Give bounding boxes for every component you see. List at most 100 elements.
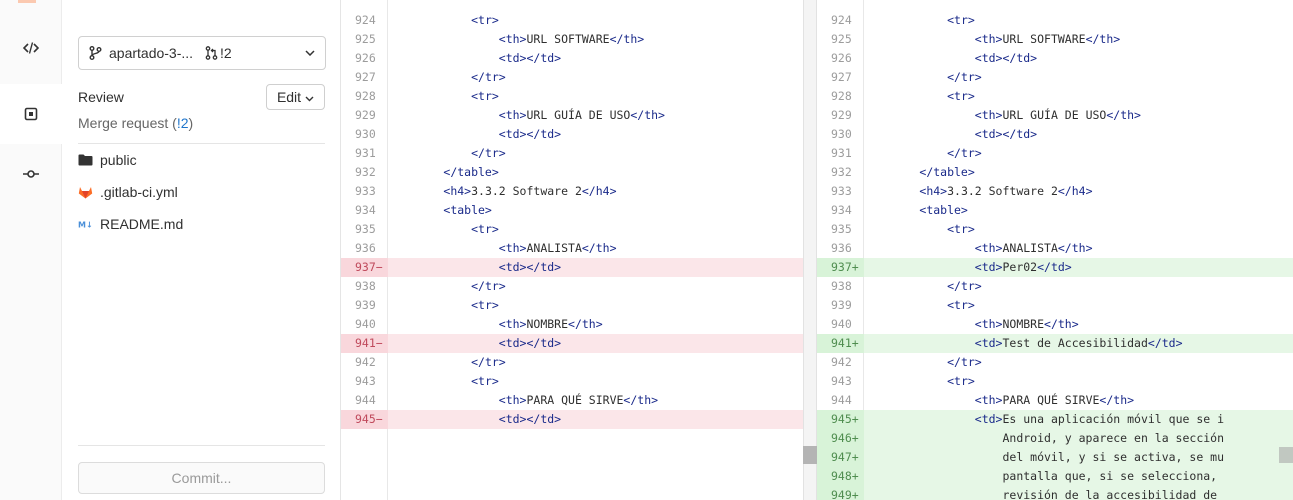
line-number: 945+ <box>817 410 864 429</box>
diff-line: 938 </tr> <box>341 277 803 296</box>
diff-line: 944 <th>PARA QUÉ SIRVE</th> <box>341 391 803 410</box>
diff-line: 926 <td></td> <box>817 49 1293 68</box>
merge-request-number-link[interactable]: !2 <box>177 115 189 131</box>
line-number: 933 <box>355 184 376 198</box>
code-text: </tr> <box>947 70 982 84</box>
line-number: 924 <box>355 13 376 27</box>
code-text: <tr> <box>947 222 975 236</box>
code-text: </table> <box>443 165 499 179</box>
diff-line: 931 </tr> <box>341 144 803 163</box>
diff-line: 929 <th>URL GUÍA DE USO</th> <box>341 106 803 125</box>
code-text: <td></td> <box>498 412 562 426</box>
code-text: <tr> <box>471 222 499 236</box>
folder-icon <box>78 154 96 166</box>
code-text: revisión de la accesibilidad de <box>864 488 1218 500</box>
code-text: <tr> <box>947 374 975 388</box>
diff-line: 941− <td></td> <box>341 334 803 353</box>
line-number: 934 <box>355 203 376 217</box>
code-text: <td></td> <box>498 127 562 141</box>
line-number: 939 <box>355 298 376 312</box>
scrollbar-thumb[interactable] <box>803 446 817 464</box>
code-text: <table> <box>919 203 968 217</box>
svg-text:M↓: M↓ <box>78 221 93 230</box>
code-text: <td>Per02</td> <box>974 260 1072 274</box>
code-text: <tr> <box>947 89 975 103</box>
line-number: 946+ <box>817 429 864 448</box>
branch-dropdown[interactable]: apartado-3-... !2 <box>78 36 326 70</box>
code-text: </tr> <box>471 70 506 84</box>
line-number: 942 <box>355 355 376 369</box>
tree-item-readme[interactable]: M↓ README.md <box>78 213 183 235</box>
code-text: </tr> <box>947 146 982 160</box>
diff-line: 937− <td></td> <box>341 258 803 277</box>
commit-button[interactable]: Commit... <box>78 462 325 494</box>
line-number: 926 <box>831 51 852 65</box>
code-text: <td></td> <box>498 51 562 65</box>
code-text: <th>PARA QUÉ SIRVE</th> <box>498 393 659 407</box>
line-number: 943 <box>355 374 376 388</box>
line-number: 945− <box>341 410 388 429</box>
line-number: 933 <box>831 184 852 198</box>
code-text: <th>NOMBRE</th> <box>498 317 603 331</box>
diff-overview-ruler[interactable] <box>803 0 817 500</box>
code-text: Android, y aparece en la sección <box>864 431 1225 445</box>
code-text: </tr> <box>947 355 982 369</box>
diff-line: 935 <tr> <box>817 220 1293 239</box>
line-number: 940 <box>355 317 376 331</box>
mr-text-suffix: ) <box>188 115 194 131</box>
tree-item-label: public <box>100 152 137 168</box>
line-number: 941+ <box>817 334 864 353</box>
code-text: del móvil, y si se activa, se mu <box>864 450 1225 464</box>
edit-label: Edit <box>276 89 302 105</box>
diff-line: 933 <h4>3.3.2 Software 2</h4> <box>817 182 1293 201</box>
tree-item-public[interactable]: public <box>78 149 137 171</box>
review-mode-button[interactable] <box>0 84 63 144</box>
code-text: </tr> <box>471 279 506 293</box>
line-number: 929 <box>355 108 376 122</box>
review-heading: Review <box>78 89 124 105</box>
diff-line: 927 </tr> <box>341 68 803 87</box>
diff-line: 945+ <td>Es una aplicación móvil que se … <box>817 410 1293 429</box>
diff-line: 949+ revisión de la accesibilidad de <box>817 486 1293 500</box>
code-text: <tr> <box>471 374 499 388</box>
line-number: 938 <box>831 279 852 293</box>
diff-line: 930 <td></td> <box>341 125 803 144</box>
tree-item-label: README.md <box>100 216 184 232</box>
code-text: <td></td> <box>498 336 562 350</box>
diff-line: 946+ Android, y aparece en la sección <box>817 429 1293 448</box>
line-number: 932 <box>831 165 852 179</box>
line-number: 944 <box>355 393 376 407</box>
line-number: 947+ <box>817 448 864 467</box>
activity-bar <box>0 0 63 500</box>
edit-mode-button[interactable] <box>0 18 62 78</box>
code-text: <tr> <box>947 298 975 312</box>
diff-pane-original[interactable]: 924 <tr> 925 <th>URL SOFTWARE</th> 926 <td… <box>341 0 803 500</box>
line-number: 924 <box>831 13 852 27</box>
line-number: 935 <box>831 222 852 236</box>
line-number: 926 <box>355 51 376 65</box>
diff-line: 936 <th>ANALISTA</th> <box>341 239 803 258</box>
code-text: </table> <box>919 165 975 179</box>
code-text: <th>URL GUÍA DE USO</th> <box>974 108 1141 122</box>
commit-mode-button[interactable] <box>0 144 62 204</box>
diff-line: 938 </tr> <box>817 277 1293 296</box>
activity-top-accent <box>18 0 36 3</box>
line-number: 927 <box>831 70 852 84</box>
diff-pane-modified[interactable]: 924 <tr> 925 <th>URL SOFTWARE</th> 926 <td… <box>817 0 1293 500</box>
tree-item-gitlab-ci[interactable]: .gitlab-ci.yml <box>78 181 178 203</box>
diff-line: 932 </table> <box>341 163 803 182</box>
branch-name: apartado-3-... <box>109 45 194 61</box>
diff-line: 927 </tr> <box>817 68 1293 87</box>
edit-dropdown-button[interactable]: Edit <box>266 84 325 110</box>
code-text: <th>URL SOFTWARE</th> <box>498 32 645 46</box>
diff-line: 931 </tr> <box>817 144 1293 163</box>
diff-line: 925 <th>URL SOFTWARE</th> <box>817 30 1293 49</box>
diff-line: 939 <tr> <box>341 296 803 315</box>
line-number: 938 <box>355 279 376 293</box>
code-text: </tr> <box>471 146 506 160</box>
merge-request-badge: !2 <box>220 45 232 61</box>
merge-request-link: Merge request (!2) <box>78 115 193 131</box>
diff-line: 924 <tr> <box>817 11 1293 30</box>
code-text: <th>ANALISTA</th> <box>498 241 617 255</box>
diff-line: 948+ pantalla que, si se selecciona, <box>817 467 1293 486</box>
